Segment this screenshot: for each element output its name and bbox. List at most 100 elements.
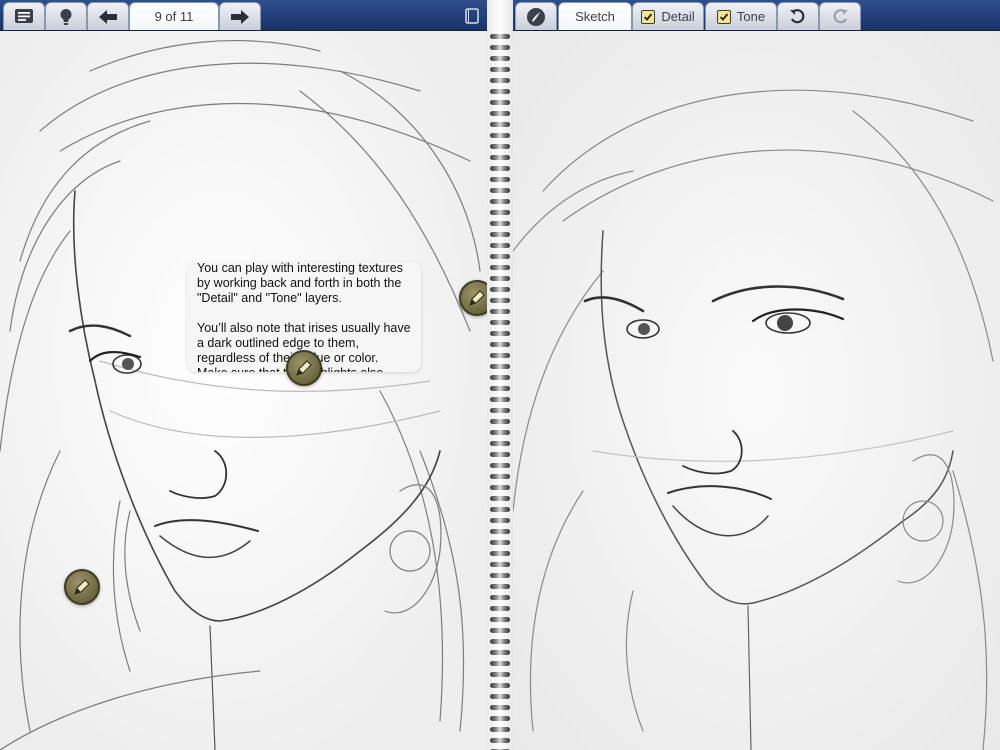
tab-sketch-label: Sketch — [575, 9, 615, 24]
spiral-ring — [490, 672, 510, 677]
brush-tool-button[interactable] — [515, 2, 557, 30]
spiral-ring — [490, 529, 510, 534]
spiral-ring — [490, 243, 510, 248]
spiral-ring — [490, 485, 510, 490]
spiral-ring — [490, 188, 510, 193]
menu-icon — [15, 8, 33, 23]
arrow-right-icon — [231, 9, 249, 24]
spiral-ring — [490, 166, 510, 171]
pencil-icon — [74, 579, 90, 595]
spiral-ring — [490, 331, 510, 336]
page-indicator: 9 of 11 — [129, 2, 219, 30]
spiral-ring — [490, 683, 510, 688]
spiral-ring — [490, 298, 510, 303]
user-drawing — [513, 31, 1000, 750]
arrow-left-icon — [99, 9, 117, 24]
spiral-ring — [490, 595, 510, 600]
spiral-ring — [490, 221, 510, 226]
checkmark-icon — [719, 12, 729, 21]
tab-sketch[interactable]: Sketch — [558, 2, 632, 30]
spiral-ring — [490, 430, 510, 435]
undo-button[interactable] — [777, 2, 819, 30]
tab-tone[interactable]: Tone — [705, 2, 777, 30]
lightbulb-icon — [60, 8, 72, 25]
undo-icon — [790, 8, 805, 23]
spiral-ring — [490, 551, 510, 556]
spiral-ring — [490, 628, 510, 633]
spiral-ring — [490, 34, 510, 39]
next-page-button[interactable] — [219, 2, 261, 30]
redo-button[interactable] — [819, 2, 861, 30]
spiral-ring — [490, 177, 510, 182]
spiral-ring — [490, 705, 510, 710]
tone-checkbox[interactable] — [716, 9, 731, 24]
spiral-ring — [490, 45, 510, 50]
menu-button[interactable] — [3, 2, 45, 30]
spiral-ring — [490, 463, 510, 468]
spiral-ring — [490, 320, 510, 325]
tip-marker-button[interactable] — [459, 280, 487, 316]
spiral-ring — [490, 518, 510, 523]
page-indicator-label: 9 of 11 — [154, 9, 194, 24]
spiral-ring — [490, 738, 510, 743]
spiral-ring — [490, 364, 510, 369]
spiral-ring — [490, 716, 510, 721]
tip-marker-button[interactable] — [286, 350, 322, 386]
spiral-ring — [490, 78, 510, 83]
spiral-ring — [490, 122, 510, 127]
spiral-ring — [490, 254, 510, 259]
spiral-ring — [490, 540, 510, 545]
spiral-ring — [490, 265, 510, 270]
brush-tool-icon — [527, 7, 545, 26]
pencil-icon — [296, 360, 312, 376]
drawing-canvas[interactable] — [513, 31, 1000, 750]
hint-button[interactable] — [45, 2, 87, 30]
single-page-toggle[interactable] — [463, 7, 481, 25]
spiral-ring — [490, 386, 510, 391]
single-page-icon — [465, 8, 479, 24]
checkmark-icon — [644, 12, 653, 21]
spiral-binding — [487, 0, 513, 750]
spiral-ring — [490, 353, 510, 358]
tab-detail[interactable]: Detail — [632, 2, 704, 30]
previous-page-button[interactable] — [87, 2, 129, 30]
spiral-ring — [490, 100, 510, 105]
tab-detail-label: Detail — [661, 9, 695, 24]
tab-tone-label: Tone — [736, 9, 766, 24]
spiral-ring — [490, 397, 510, 402]
spiral-ring — [490, 452, 510, 457]
spiral-ring — [490, 89, 510, 94]
spiral-ring — [490, 661, 510, 666]
spiral-ring — [490, 419, 510, 424]
spiral-ring — [490, 276, 510, 281]
spiral-ring — [490, 133, 510, 138]
spiral-ring — [490, 441, 510, 446]
spiral-ring — [490, 155, 510, 160]
spiral-ring — [490, 573, 510, 578]
spiral-ring — [490, 474, 510, 479]
spiral-ring — [490, 232, 510, 237]
spiral-ring — [490, 507, 510, 512]
spiral-ring — [490, 562, 510, 567]
spiral-ring — [490, 727, 510, 732]
spiral-ring — [490, 617, 510, 622]
redo-icon — [833, 8, 848, 23]
detail-checkbox[interactable] — [641, 9, 656, 24]
spiral-ring — [490, 375, 510, 380]
spiral-ring — [490, 309, 510, 314]
spiral-ring — [490, 496, 510, 501]
reference-sketch — [0, 31, 487, 750]
spiral-ring — [490, 56, 510, 61]
spiral-ring — [490, 650, 510, 655]
spiral-ring — [490, 67, 510, 72]
spiral-ring — [490, 584, 510, 589]
tip-marker-button[interactable] — [64, 569, 100, 605]
spiral-ring — [490, 694, 510, 699]
tutorial-reference-page: You can play with interesting textures b… — [0, 31, 487, 750]
spiral-ring — [490, 342, 510, 347]
spiral-ring — [490, 408, 510, 413]
spiral-ring — [490, 210, 510, 215]
spiral-ring — [490, 606, 510, 611]
spiral-ring — [490, 144, 510, 149]
spiral-ring — [490, 287, 510, 292]
